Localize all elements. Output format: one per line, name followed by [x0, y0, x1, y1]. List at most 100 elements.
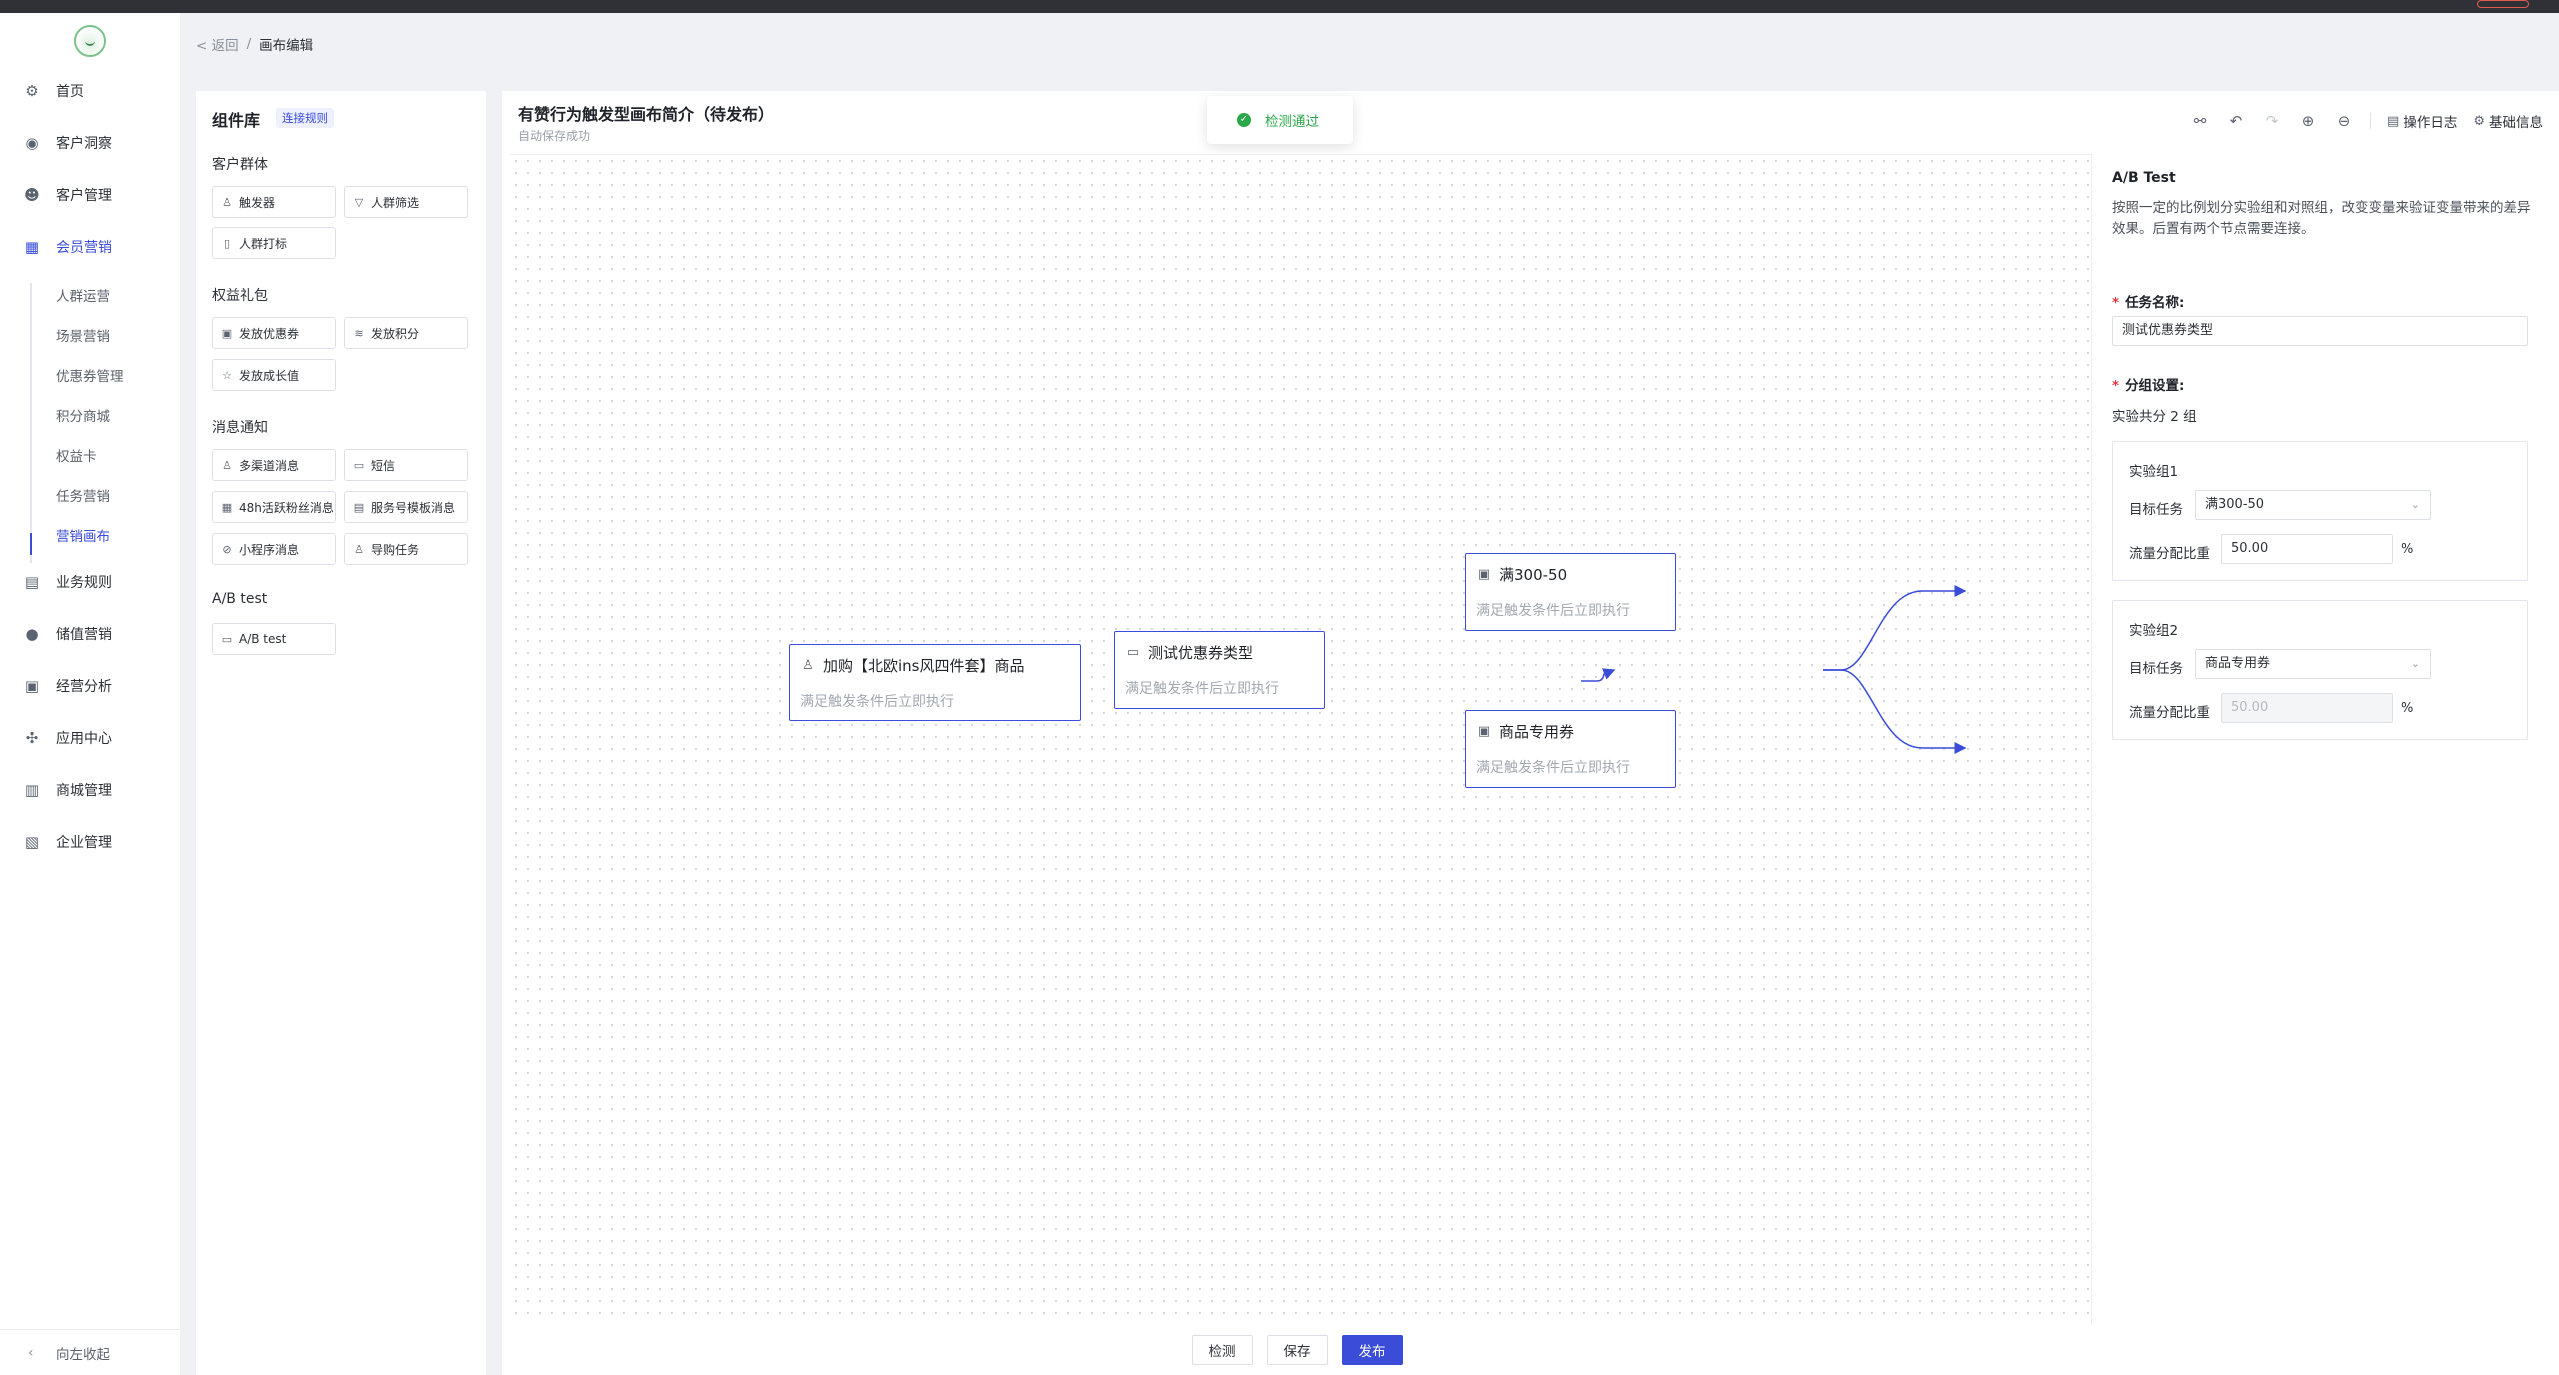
operation-log-button[interactable]: ▤ 操作日志	[2387, 111, 2457, 132]
target-task-value: 满300-50	[2205, 497, 2265, 512]
component-issue-coupon[interactable]: ▣ 发放优惠券	[212, 317, 336, 349]
component-label: 短信	[371, 458, 396, 473]
back-link[interactable]: < 返回	[196, 34, 239, 54]
users-icon: ♙	[222, 458, 232, 472]
sidebar-item-stored-value[interactable]: ● 储值营销	[0, 614, 180, 654]
component-label: 小程序消息	[239, 542, 300, 557]
user-outline-icon: ♙	[802, 658, 814, 673]
canvas-actions: 检测 保存 发布	[502, 1324, 2092, 1375]
sidebar-item-label: 企业管理	[56, 835, 112, 851]
sidebar-item-label: 客户洞察	[56, 136, 112, 152]
component-guide-task[interactable]: ♙ 导购任务	[344, 533, 468, 565]
component-label: 发放积分	[371, 326, 420, 341]
target-task-value: 商品专用券	[2205, 656, 2271, 671]
traffic-ratio-input[interactable]: 50.00	[2221, 534, 2393, 564]
basic-info-button[interactable]: ⚙ 基础信息	[2473, 111, 2543, 132]
toast-message: 检测通过	[1265, 114, 1319, 130]
flow-canvas[interactable]: ♙ 加购【北欧ins风四件套】商品 满足触发条件后立即执行 ▭ 测试优惠券类型 …	[510, 154, 2092, 1324]
connection-rules-link[interactable]: 连接规则	[276, 108, 334, 128]
coupon-icon: ▣	[1477, 724, 1491, 739]
log-icon: ▤	[2387, 113, 2400, 129]
share-icon[interactable]: ⚯	[2188, 109, 2212, 133]
flow-node-ab-test[interactable]: ▭ 测试优惠券类型 满足触发条件后立即执行	[1114, 631, 1325, 709]
submenu-item-points-mall[interactable]: 积分商城	[56, 405, 110, 425]
component-multichannel-message[interactable]: ♙ 多渠道消息	[212, 449, 336, 481]
stack-icon: ≋	[354, 326, 364, 340]
sidebar-item-customer-management[interactable]: ☻ 客户管理	[0, 175, 180, 215]
section-customer-group: 客户群体	[212, 157, 268, 173]
flow-node-product-coupon[interactable]: ▣ 商品专用券 满足触发条件后立即执行	[1465, 710, 1676, 788]
component-trigger[interactable]: ♙ 触发器	[212, 186, 336, 218]
sidebar-item-mall-management[interactable]: ▥ 商城管理	[0, 770, 180, 810]
flow-node-trigger[interactable]: ♙ 加购【北欧ins风四件套】商品 满足触发条件后立即执行	[789, 644, 1081, 721]
node-title: 测试优惠券类型	[1148, 644, 1254, 662]
component-template-message[interactable]: ▤ 服务号模板消息	[344, 491, 468, 523]
sidebar-item-app-center[interactable]: ✣ 应用中心	[0, 718, 180, 758]
toolbar-divider	[2370, 113, 2372, 129]
zoom-in-icon[interactable]: ⊕	[2296, 109, 2320, 133]
submenu-item-marketing-canvas[interactable]: 营销画布	[56, 525, 110, 545]
component-sms[interactable]: ▭ 短信	[344, 449, 468, 481]
submenu-item-scene-marketing[interactable]: 场景营销	[56, 325, 110, 345]
redo-icon[interactable]: ↷	[2260, 109, 2284, 133]
traffic-ratio-input-disabled: 50.00	[2221, 693, 2393, 723]
component-label: 导购任务	[371, 542, 420, 557]
group-settings-label-text: 分组设置:	[2125, 378, 2185, 394]
component-crowd-tag[interactable]: ▯ 人群打标	[212, 227, 336, 259]
experiment-group-1: 实验组1 目标任务 满300-50 ⌄ 流量分配比重 50.00 %	[2112, 441, 2528, 581]
edge-abtest-to-coupon1	[1823, 585, 1967, 671]
edge-abtest-to-coupon2	[1823, 669, 1967, 754]
zoom-out-icon[interactable]: ⊖	[2332, 109, 2356, 133]
task-name-input[interactable]: 测试优惠券类型	[2112, 316, 2528, 346]
canvas-title: 有赞行为触发型画布简介（待发布）	[518, 105, 775, 124]
group-title: 实验组2	[2129, 623, 2179, 639]
check-circle-icon: ✓	[1237, 113, 1251, 127]
component-miniapp-message[interactable]: ⊘ 小程序消息	[212, 533, 336, 565]
browser-badge[interactable]	[2477, 0, 2529, 8]
component-issue-points[interactable]: ≋ 发放积分	[344, 317, 468, 349]
target-task-select[interactable]: 商品专用券 ⌄	[2195, 649, 2431, 679]
autosave-status: 自动保存成功	[518, 129, 591, 143]
target-task-select[interactable]: 满300-50 ⌄	[2195, 490, 2431, 520]
traffic-ratio-label: 流量分配比重	[2129, 705, 2210, 721]
percent-unit: %	[2401, 542, 2414, 557]
component-label: 多渠道消息	[239, 458, 300, 473]
gift-icon: ▦	[24, 238, 40, 256]
node-title: 满300-50	[1499, 566, 1568, 584]
sidebar-item-business-rules[interactable]: ▤ 业务规则	[0, 562, 180, 602]
submenu-item-crowd-ops[interactable]: 人群运营	[56, 285, 110, 305]
sidebar-item-enterprise-management[interactable]: ▧ 企业管理	[0, 822, 180, 862]
submenu-item-task-marketing[interactable]: 任务营销	[56, 485, 110, 505]
sidebar-item-business-analysis[interactable]: ▣ 经营分析	[0, 666, 180, 706]
building-icon: ▧	[24, 833, 40, 851]
template-icon: ▤	[353, 500, 365, 514]
gear-icon: ⚙	[2473, 113, 2485, 129]
brand-logo[interactable]	[74, 25, 106, 57]
publish-button[interactable]: 发布	[1341, 1334, 1403, 1365]
sidebar-item-customer-insight[interactable]: ◉ 客户洞察	[0, 123, 180, 163]
node-header: ▭ 测试优惠券类型	[1125, 642, 1253, 663]
flow-node-coupon-300-50[interactable]: ▣ 满300-50 满足触发条件后立即执行	[1465, 553, 1676, 631]
sidebar-item-member-marketing[interactable]: ▦ 会员营销	[0, 227, 180, 267]
sidebar-item-label: 业务规则	[56, 575, 112, 591]
group-title: 实验组1	[2129, 464, 2179, 480]
library-title: 组件库	[212, 111, 261, 130]
submenu-item-benefit-card[interactable]: 权益卡	[56, 445, 97, 465]
sidebar-item-home[interactable]: ⚙ 首页	[0, 71, 180, 111]
component-crowd-filter[interactable]: ▽ 人群筛选	[344, 186, 468, 218]
component-ab-test[interactable]: ▭ A/B test	[212, 623, 336, 655]
check-button[interactable]: 检测	[1191, 1334, 1253, 1365]
chevron-left-icon: ‹	[28, 1344, 34, 1361]
coupon-icon: ▣	[1477, 567, 1491, 582]
guide-icon: ♙	[354, 542, 364, 556]
breadcrumb: < 返回 / 画布编辑	[196, 34, 313, 54]
undo-icon[interactable]: ↶	[2224, 109, 2248, 133]
submenu-item-coupon-management[interactable]: 优惠券管理	[56, 365, 124, 385]
save-button[interactable]: 保存	[1266, 1334, 1328, 1365]
target-task-label: 目标任务	[2129, 661, 2183, 677]
collapse-sidebar-button[interactable]: ‹ 向左收起	[0, 1329, 180, 1375]
section-ab-test: A/B test	[212, 591, 268, 607]
component-issue-growth[interactable]: ☆ 发放成长值	[212, 359, 336, 391]
component-48h-fan-message[interactable]: ▦ 48h活跃粉丝消息	[212, 491, 336, 523]
chevron-down-icon: ⌄	[2410, 498, 2420, 511]
